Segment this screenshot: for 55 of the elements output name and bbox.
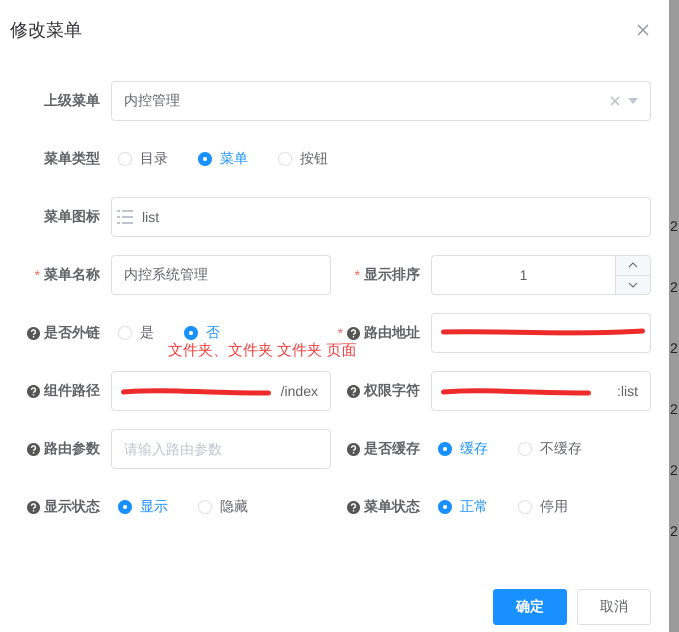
- field-label: 显示状态: [44, 498, 100, 516]
- field-label: 菜单名称: [44, 266, 100, 284]
- table-cell: 2: [669, 340, 679, 356]
- field-label: 菜单图标: [44, 208, 100, 226]
- radio-button[interactable]: [118, 500, 132, 514]
- required-mark: *: [338, 325, 343, 341]
- radio-option[interactable]: 否: [184, 324, 220, 342]
- radio-button[interactable]: [198, 152, 212, 166]
- radio-option[interactable]: 是: [118, 324, 154, 342]
- text-field[interactable]: :list: [431, 371, 651, 411]
- radio-button[interactable]: [184, 326, 198, 340]
- field-label: 是否缓存: [364, 440, 420, 458]
- required-mark: *: [34, 267, 40, 283]
- confirm-button[interactable]: 确定: [493, 589, 567, 625]
- field-label: 上级菜单: [44, 92, 100, 110]
- radio-option[interactable]: 显示: [118, 498, 168, 516]
- number-field[interactable]: 1: [431, 255, 615, 295]
- annotation-text: 文件夹、文件夹 文件夹 页面: [168, 341, 356, 360]
- radio-option[interactable]: 不缓存: [518, 440, 582, 458]
- field-label: 显示排序: [364, 266, 420, 284]
- radio-option[interactable]: 正常: [438, 498, 488, 516]
- text-field[interactable]: 请输入路由参数: [111, 429, 331, 469]
- radio-option[interactable]: 缓存: [438, 440, 488, 458]
- table-cell: 2: [669, 279, 679, 295]
- radio-option[interactable]: 按钮: [278, 150, 328, 168]
- table-cell: 2: [669, 462, 679, 478]
- close-icon[interactable]: [637, 24, 649, 36]
- radio-button[interactable]: [438, 500, 452, 514]
- field-label: 权限字符: [364, 382, 420, 400]
- field-label: 是否外链: [44, 324, 100, 342]
- increase-icon[interactable]: [628, 262, 638, 268]
- text-field[interactable]: /index: [111, 371, 331, 411]
- cancel-button[interactable]: 取消: [577, 589, 651, 625]
- text-field[interactable]: 内控系统管理: [111, 255, 331, 295]
- radio-option[interactable]: 停用: [518, 498, 568, 516]
- decrease-icon[interactable]: [628, 282, 638, 288]
- field-label: 路由地址: [364, 324, 420, 342]
- radio-option[interactable]: 隐藏: [198, 498, 248, 516]
- table-cell: 2: [669, 401, 679, 417]
- table-cell: 2: [669, 523, 679, 539]
- caret-icon[interactable]: [628, 98, 638, 104]
- radio-button[interactable]: [438, 442, 452, 456]
- table-cell: 2: [669, 218, 679, 234]
- field-label: 路由参数: [44, 440, 100, 458]
- list-icon: [117, 210, 133, 224]
- radio-option[interactable]: 目录: [118, 150, 168, 168]
- radio-option[interactable]: 菜单: [198, 150, 248, 168]
- dialog-title: 修改菜单: [10, 19, 82, 42]
- clear-icon[interactable]: [610, 96, 620, 106]
- required-mark: *: [354, 267, 360, 283]
- field-label: 菜单类型: [44, 150, 100, 168]
- field-label: 组件路径: [44, 382, 100, 400]
- icon-select-field[interactable]: list: [111, 197, 651, 237]
- field-label: 菜单状态: [364, 498, 420, 516]
- select-field[interactable]: 内控管理: [111, 81, 651, 121]
